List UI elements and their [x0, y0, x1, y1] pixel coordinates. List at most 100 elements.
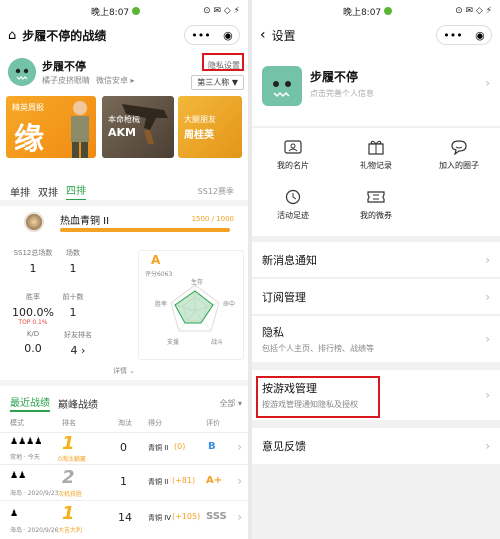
battle-filter[interactable]: 全部 ▾ — [219, 398, 242, 409]
view-selector[interactable]: 第三人称 ▼ — [191, 75, 244, 90]
capsule-menu[interactable]: ••• ◉ — [184, 25, 240, 45]
grid-gift-records[interactable]: 礼物记录 — [335, 138, 417, 171]
rank-progress-bar — [60, 228, 230, 232]
gift-icon — [365, 138, 387, 156]
battle-meta: 常地 · 今天 — [10, 454, 40, 461]
game-record-screen: 晚上8:07 ⊙ ✉ ◇ ⚡ ⌂ 步履不停的战绩 ••• ◉ 步履不停 橘子皮挤… — [0, 0, 248, 539]
chevron-right-icon: › — [485, 289, 490, 304]
battle-delta: (+81) — [172, 476, 196, 485]
stat-label: K/D — [26, 330, 40, 338]
profile-nickname: 橘子皮挤眼睛 — [42, 76, 90, 85]
battle-grade: B — [208, 441, 216, 452]
grid-coupons[interactable]: 我的微券 — [335, 188, 417, 221]
stat-label: 好友排名 — [64, 331, 92, 339]
avatar[interactable] — [262, 66, 302, 106]
radar-label: 战斗 — [211, 339, 224, 346]
col-mode: 模式 — [10, 419, 24, 427]
battle-delta: (+105) — [172, 512, 201, 521]
grid-label: 活动足迹 — [277, 211, 309, 220]
profile-name: 步履不停 — [310, 70, 359, 84]
page-title: 步履不停的战绩 — [22, 28, 107, 43]
grid-business-card[interactable]: 我的名片 — [252, 138, 334, 171]
close-icon[interactable]: ◉ — [475, 29, 485, 42]
squad-icon: ♟♟♟♟ — [10, 437, 43, 447]
tab-peak-battles[interactable]: 巅峰战绩 — [58, 396, 98, 411]
menu-subscription[interactable]: 订阅管理 › — [252, 279, 500, 315]
rank-note: 次机获胜 — [58, 491, 83, 498]
battle-row[interactable]: ♟ 海岛 · 2020/9/26 1 大吉大利 14 青铜 IV (+105) … — [0, 500, 248, 539]
weekly-report-card[interactable]: 精英周报 缘 — [6, 96, 96, 158]
title-bar: ‹ 设置 ••• ◉ — [252, 22, 500, 48]
stat-value: 1 — [29, 262, 37, 275]
card-title: 精英周报 — [12, 103, 44, 112]
menu-feedback[interactable]: 意见反馈 › — [252, 428, 500, 464]
ticket-icon — [365, 188, 387, 206]
tab-recent-battles[interactable]: 最近战绩 — [10, 394, 50, 412]
rank-progress-fill — [60, 228, 230, 232]
main-weapon-card[interactable]: 本命枪械 AKM — [102, 96, 174, 158]
menu-new-message-notify[interactable]: 新消息通知 › — [252, 242, 500, 278]
tab-squad[interactable]: 四排 — [66, 182, 86, 201]
avatar[interactable] — [8, 58, 36, 86]
status-bar: 晚上8:07 ⊙ ✉ ◇ ⚡ — [0, 0, 248, 22]
stat-value: 1 — [69, 306, 77, 319]
battle-rank: 1 — [62, 503, 75, 524]
rank-note: 0淘汰躺赢 — [58, 456, 86, 463]
chat-icon — [448, 138, 470, 156]
chevron-right-icon: › — [485, 439, 490, 453]
chevron-right-icon: › — [237, 510, 242, 524]
season-label[interactable]: SS12赛季 — [198, 186, 234, 197]
grid-label: 礼物记录 — [360, 161, 392, 170]
clock-icon — [282, 188, 304, 206]
battle-grade: A+ — [206, 475, 223, 486]
capsule-menu[interactable]: ••• ◉ — [436, 25, 492, 45]
grid-joined-circles[interactable]: 加入的圈子 — [418, 138, 500, 171]
menu-privacy[interactable]: 隐私包括个人主页、排行榜、战绩等 › — [252, 316, 500, 362]
tab-solo[interactable]: 单排 — [10, 184, 30, 199]
chevron-right-icon: › — [485, 332, 490, 346]
battle-kills: 1 — [120, 475, 127, 488]
feature-grid: 我的名片 礼物记录 加入的圈子 活动足迹 我的微券 — [252, 128, 500, 236]
title-bar: ⌂ 步履不停的战绩 ••• ◉ — [0, 22, 248, 48]
mode-tabs: 单排 双排 四排 SS12赛季 — [10, 182, 242, 201]
more-icon[interactable]: ••• — [443, 29, 462, 42]
menu-title: 隐私 — [262, 326, 284, 339]
radar-label: 生存 — [191, 279, 204, 286]
col-kills: 淘汰 — [118, 419, 132, 427]
battle-table-header: 模式 排名 淘汰 得分 评价 — [10, 418, 242, 430]
tab-duo[interactable]: 双排 — [38, 184, 58, 199]
more-icon[interactable]: ••• — [191, 29, 210, 42]
battle-tier: 青铜 II — [148, 478, 169, 486]
solo-icon: ♟ — [10, 509, 19, 519]
stat-value: 0.0 — [24, 342, 42, 355]
profile-card[interactable]: 步履不停 点击完善个人信息 › — [252, 48, 500, 126]
status-icons: ⊙ ✉ ◇ ⚡ — [455, 6, 492, 16]
rank-name: 热血青铜 II — [60, 216, 110, 227]
close-icon[interactable]: ◉ — [223, 29, 233, 42]
back-icon[interactable]: ‹ — [260, 27, 266, 43]
chevron-right-icon: › — [485, 76, 490, 90]
stat-label: 前十数 — [62, 293, 84, 301]
wechat-status-icon — [384, 7, 393, 15]
platform-link[interactable]: 微信安卓 ▸ — [96, 75, 135, 86]
battle-delta: (0) — [174, 442, 186, 451]
chevron-right-icon: › — [237, 440, 242, 454]
col-rank: 排名 — [62, 419, 76, 427]
menu-subtitle: 包括个人主页、排行榜、战绩等 — [262, 344, 374, 353]
best-friend-card[interactable]: 大腿朋友 周桂英 — [178, 96, 242, 158]
stat-label: SS12总场数 — [13, 249, 53, 257]
battle-kills: 0 — [120, 441, 127, 454]
grid-activity-footprints[interactable]: 活动足迹 — [252, 188, 334, 221]
stat-value: 1 — [69, 262, 77, 275]
profile-name: 步履不停 — [42, 60, 86, 73]
battle-grade: SSS — [206, 511, 227, 522]
col-grade: 评价 — [206, 419, 220, 427]
radar-label: 命中 — [223, 301, 236, 308]
rank-section: 热血青铜 II 1500 / 1000 — [10, 206, 242, 240]
details-link[interactable]: 详情 ⌄ — [0, 366, 248, 376]
radar-label: 胜率 — [155, 301, 168, 308]
battle-row[interactable]: ♟♟ 海岛 · 2020/9/23 2 次机获胜 1 青铜 II (+81) A… — [0, 464, 248, 498]
home-icon[interactable]: ⌂ — [8, 28, 16, 43]
battle-row[interactable]: ♟♟♟♟ 常地 · 今天 1 0淘汰躺赢 0 青铜 II (0) B › — [0, 432, 248, 463]
friend-rank-link[interactable]: 4 › — [58, 344, 98, 357]
